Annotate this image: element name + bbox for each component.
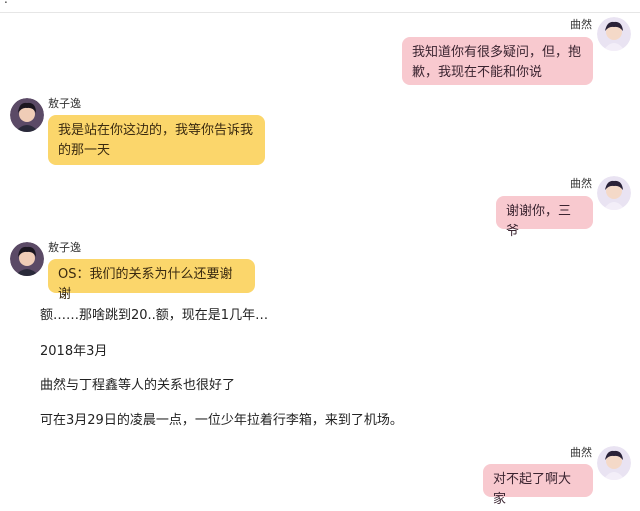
message-bubble: 我是站在你这边的，我等你告诉我的那一天 [48, 115, 265, 165]
sender-name: 曲然 [570, 177, 592, 190]
sender-name: 敖子逸 [48, 97, 81, 110]
top-bar-fragment: . [4, 0, 8, 6]
message-bubble: 谢谢你，三爷 [496, 196, 593, 239]
narration-line: 额……那啥跳到20..额，现在是1几年… [40, 308, 269, 323]
avatar-icon[interactable] [597, 446, 631, 480]
narration-line: 可在3月29日的凌晨一点，一位少年拉着行李箱，来到了机场。 [40, 413, 403, 428]
avatar-icon[interactable] [10, 98, 44, 132]
avatar-icon[interactable] [597, 17, 631, 51]
avatar-icon[interactable] [10, 242, 44, 276]
narration-line: 2018年3月 [40, 344, 108, 359]
message-bubble: OS：我们的关系为什么还要谢谢 [48, 259, 255, 302]
sender-name: 曲然 [570, 446, 592, 459]
avatar-icon[interactable] [597, 176, 631, 210]
top-bar: . [0, 0, 640, 13]
message-bubble: 我知道你有很多疑问，但，抱歉，我现在不能和你说 [402, 37, 593, 85]
sender-name: 曲然 [570, 18, 592, 31]
message-bubble: 对不起了啊大家 [483, 464, 593, 507]
sender-name: 敖子逸 [48, 241, 81, 254]
chat-page: . 曲然 我知道你有很多疑问，但，抱歉，我现在不能和你说 敖子逸 我是站在你这边… [0, 0, 640, 511]
narration-line: 曲然与丁程鑫等人的关系也很好了 [40, 378, 236, 393]
